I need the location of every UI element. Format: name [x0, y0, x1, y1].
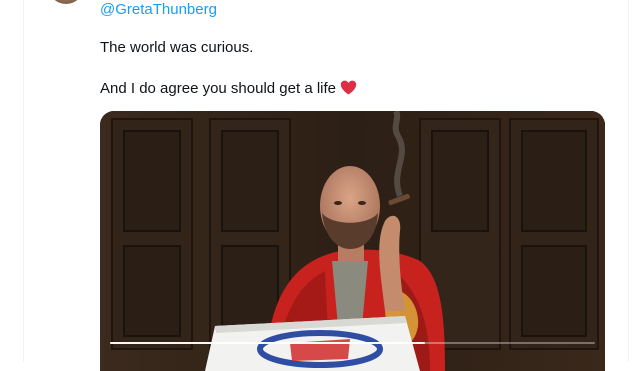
avatar[interactable] [48, 0, 84, 4]
tweet-text-line-2: And I do agree you should get a life [100, 79, 357, 101]
video-player[interactable] [100, 111, 605, 371]
video-progress-bar[interactable] [110, 342, 425, 344]
video-frame [100, 111, 605, 371]
mention-link[interactable]: @GretaThunberg [100, 0, 217, 20]
tweet-text-line-1: The world was curious. [100, 39, 254, 56]
timeline-divider-right [628, 0, 629, 362]
heart-icon [340, 80, 357, 101]
timeline-divider-left [23, 0, 24, 362]
tweet-text-line-2-text: And I do agree you should get a life [100, 80, 337, 97]
